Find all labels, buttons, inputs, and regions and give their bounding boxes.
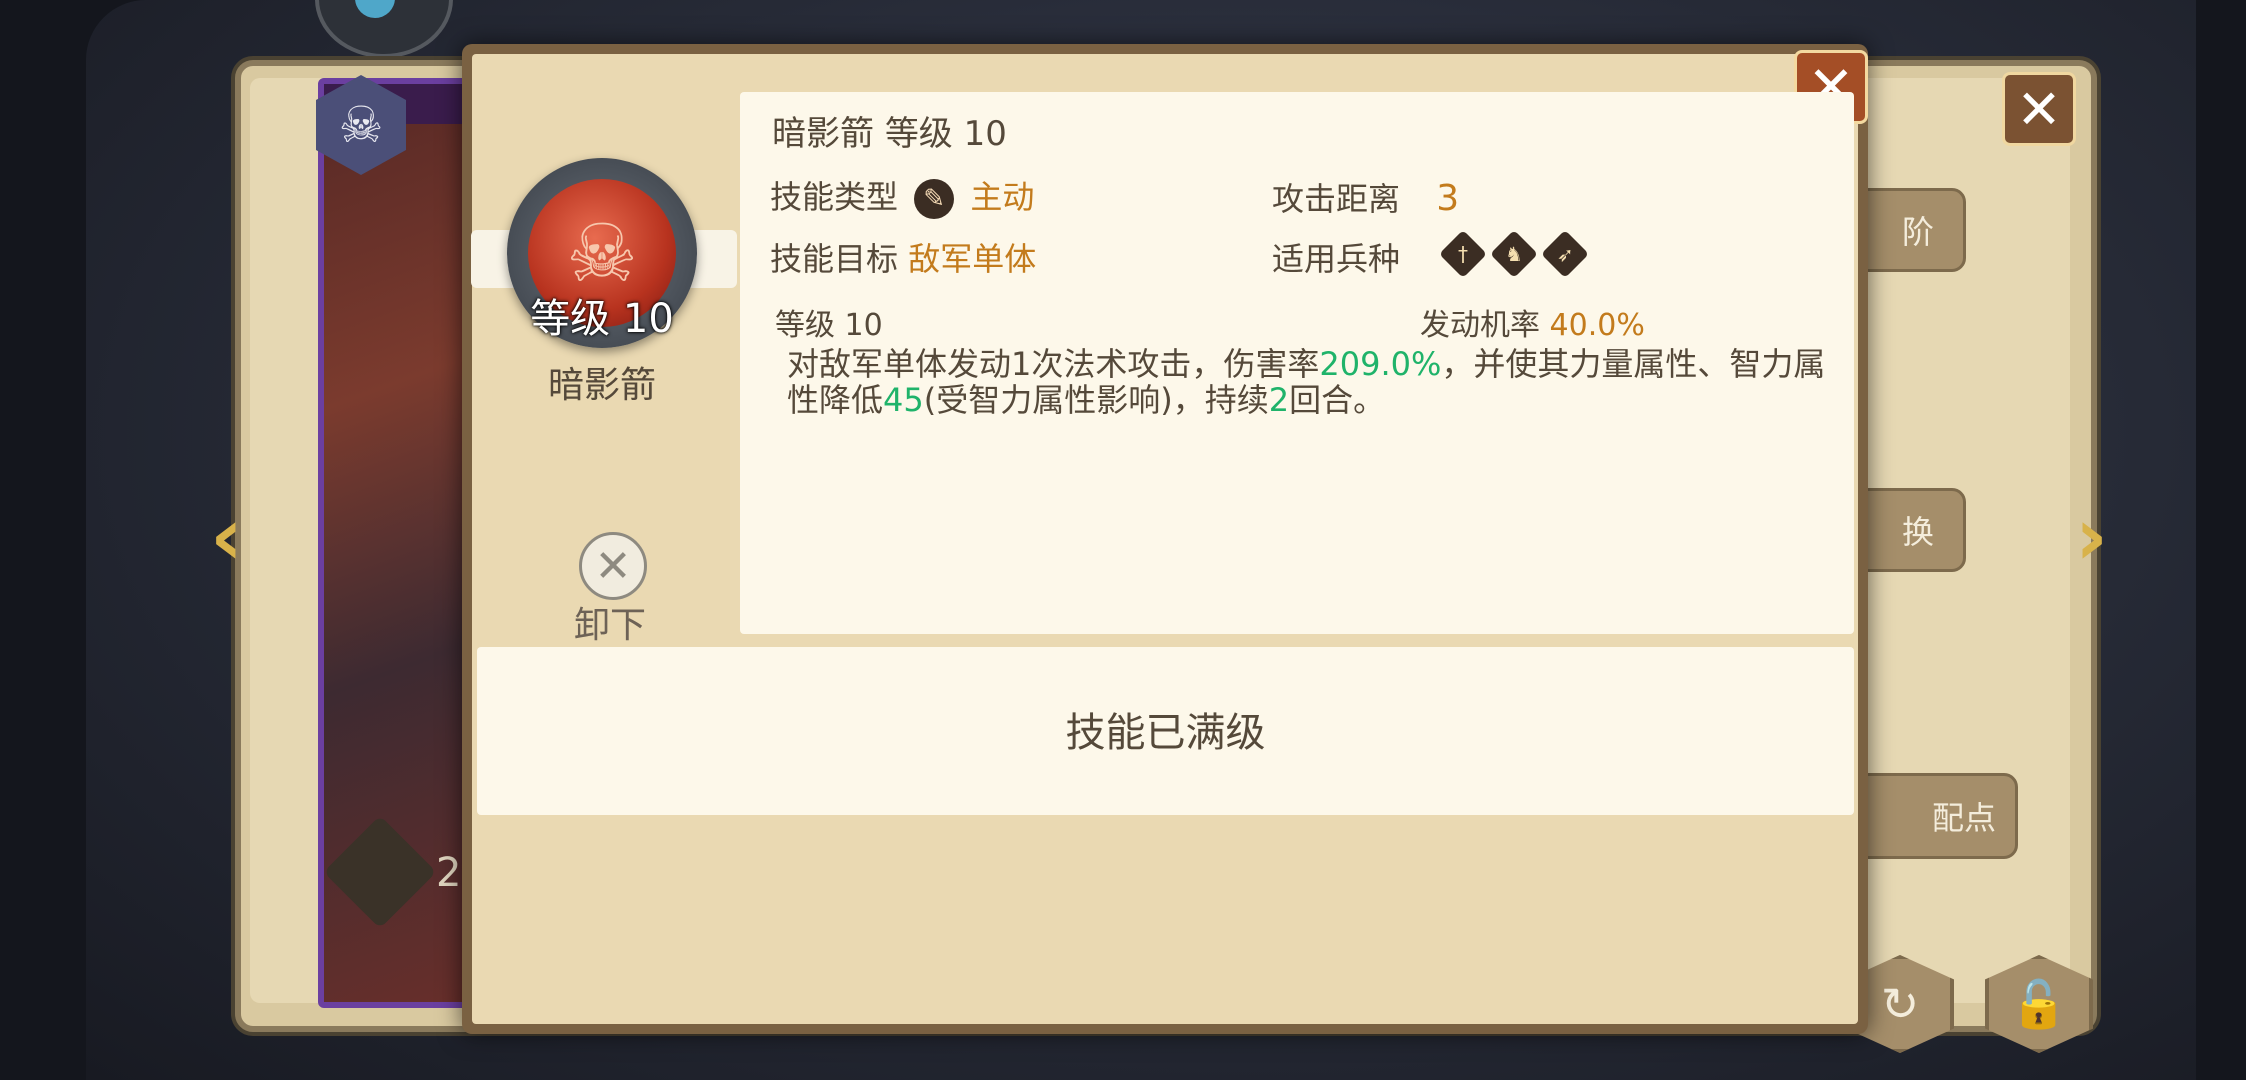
skill-target-row: 技能目标 敌军单体 (770, 234, 1036, 280)
level-value: 10 (844, 308, 883, 343)
skill-header-level-value: 10 (963, 114, 1007, 154)
skill-description: 对敌军单体发动1次法术攻击，伤害率209.0%，并使其力量属性、智力属性降低45… (787, 346, 1827, 418)
trigger-rate-row: 发动机率 40.0% (1420, 300, 1645, 344)
description-text-4: 回合。 (1289, 381, 1386, 419)
close-circle-icon: ✕ (594, 540, 632, 592)
active-skill-icon: ✎ (914, 179, 955, 219)
skill-target-value: 敌军单体 (908, 240, 1037, 278)
skill-level-badge: 等级 10 (530, 296, 674, 342)
level-row: 等级 10 (775, 300, 883, 344)
duration-value: 2 (1268, 381, 1290, 419)
skill-header-level-label: 等级 (884, 114, 953, 154)
max-level-text: 技能已满级 (1065, 710, 1266, 756)
skill-name-label: 暗影箭 (547, 365, 656, 406)
description-text-1: 对敌军单体发动1次法术攻击，伤害率 (787, 345, 1320, 383)
attack-range-row: 攻击距离 3 (1272, 174, 1459, 220)
trigger-rate-label: 发动机率 (1420, 308, 1540, 343)
description-text-3: (受智力属性影响)，持续 (923, 381, 1269, 419)
skill-type-row: 技能类型 ✎ 主动 (770, 172, 1034, 219)
skill-header: 暗影箭 等级 10 (772, 106, 1007, 155)
skill-header-name: 暗影箭 (772, 114, 874, 154)
swap-button-label: 换 (1901, 513, 1934, 551)
skill-target-label: 技能目标 (770, 240, 899, 278)
skill-type-value: 主动 (970, 178, 1035, 216)
close-icon[interactable]: ✕ (2002, 72, 2076, 146)
unequip-label[interactable]: 卸下 (540, 596, 680, 648)
skill-type-label: 技能类型 (770, 178, 899, 216)
chevron-left-icon[interactable]: ‹ (210, 490, 243, 583)
attack-range-value: 3 (1436, 178, 1460, 219)
unequip-button[interactable]: ✕ (579, 532, 647, 600)
advance-button-label: 阶 (1901, 213, 1934, 251)
attack-range-label: 攻击距离 (1272, 180, 1401, 218)
hero-unit-count: 2 (436, 850, 462, 896)
chevron-right-icon[interactable]: › (2075, 490, 2108, 583)
attribute-reduction-value: 45 (883, 381, 924, 419)
trigger-rate-value: 40.0% (1549, 308, 1645, 343)
applicable-units-label: 适用兵种 (1272, 240, 1401, 278)
damage-rate-value: 209.0% (1319, 345, 1442, 383)
allocate-points-label: 配点 (1931, 799, 1996, 837)
level-label: 等级 (775, 308, 835, 343)
